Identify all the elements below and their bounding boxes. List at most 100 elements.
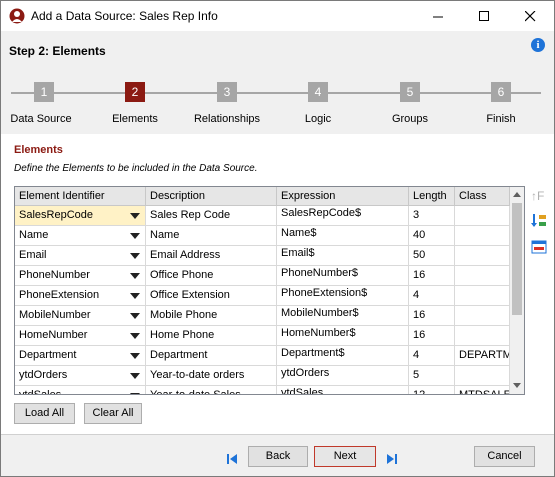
class-cell[interactable] xyxy=(455,306,510,326)
element-identifier-cell[interactable]: PhoneNumber xyxy=(15,266,146,286)
chevron-down-icon[interactable] xyxy=(130,233,140,239)
description-cell[interactable]: Sales Rep Code xyxy=(146,206,277,226)
minimize-button[interactable] xyxy=(415,1,461,31)
class-cell[interactable] xyxy=(455,246,510,266)
description-cell[interactable]: Mobile Phone xyxy=(146,306,277,326)
expression-cell[interactable]: ytdSales xyxy=(277,386,409,394)
chevron-down-icon[interactable] xyxy=(130,393,140,394)
expression-cell[interactable]: MobileNumber$ xyxy=(277,306,409,326)
close-button[interactable] xyxy=(507,1,553,31)
expression-cell[interactable]: ytdOrders xyxy=(277,366,409,386)
description-cell[interactable]: Department xyxy=(146,346,277,366)
table-row[interactable]: Email Email Address Email$ 50 xyxy=(15,246,510,266)
class-cell[interactable]: DEPARTMI xyxy=(455,346,510,366)
column-header-expression[interactable]: Expression xyxy=(277,187,409,206)
step-6-box[interactable]: 6 xyxy=(491,82,511,102)
info-icon[interactable]: i xyxy=(531,38,545,52)
expression-cell[interactable]: Name$ xyxy=(277,226,409,246)
chevron-down-icon[interactable] xyxy=(130,273,140,279)
element-identifier-cell[interactable]: SalesRepCode xyxy=(15,206,146,226)
elements-grid[interactable]: Element Identifier Description Expressio… xyxy=(14,186,525,395)
chevron-down-icon[interactable] xyxy=(130,253,140,259)
delete-row-icon[interactable] xyxy=(530,238,548,256)
element-identifier-cell[interactable]: Email xyxy=(15,246,146,266)
length-cell[interactable]: 4 xyxy=(409,346,455,366)
chevron-down-icon[interactable] xyxy=(130,333,140,339)
length-cell[interactable]: 16 xyxy=(409,266,455,286)
load-all-button[interactable]: Load All xyxy=(14,403,75,424)
column-header-length[interactable]: Length xyxy=(409,187,455,206)
chevron-down-icon[interactable] xyxy=(130,313,140,319)
description-cell[interactable]: Year-to-date orders xyxy=(146,366,277,386)
step-5-box[interactable]: 5 xyxy=(400,82,420,102)
step-3-box[interactable]: 3 xyxy=(217,82,237,102)
step-1-box[interactable]: 1 xyxy=(34,82,54,102)
class-cell[interactable] xyxy=(455,326,510,346)
length-cell[interactable]: 5 xyxy=(409,366,455,386)
expression-cell[interactable]: SalesRepCode$ xyxy=(277,206,409,226)
length-cell[interactable]: 16 xyxy=(409,326,455,346)
table-row[interactable]: Name Name Name$ 40 xyxy=(15,226,510,246)
table-row[interactable]: HomeNumber Home Phone HomeNumber$ 16 xyxy=(15,326,510,346)
description-cell[interactable]: Home Phone xyxy=(146,326,277,346)
chevron-down-icon[interactable] xyxy=(130,373,140,379)
class-cell[interactable] xyxy=(455,286,510,306)
table-row[interactable]: MobileNumber Mobile Phone MobileNumber$ … xyxy=(15,306,510,326)
table-row[interactable]: SalesRepCode Sales Rep Code SalesRepCode… xyxy=(15,206,510,226)
scroll-up-icon[interactable] xyxy=(513,192,521,197)
element-identifier-cell[interactable]: PhoneExtension xyxy=(15,286,146,306)
description-cell[interactable]: Year-to-date Sales xyxy=(146,386,277,394)
class-cell[interactable] xyxy=(455,226,510,246)
expression-cell[interactable]: PhoneNumber$ xyxy=(277,266,409,286)
scrollbar-thumb[interactable] xyxy=(512,203,522,315)
table-row[interactable]: PhoneExtension Office Extension PhoneExt… xyxy=(15,286,510,306)
description-cell[interactable]: Office Phone xyxy=(146,266,277,286)
maximize-button[interactable] xyxy=(461,1,507,31)
class-cell[interactable]: MTDSALES xyxy=(455,386,510,394)
class-cell[interactable] xyxy=(455,266,510,286)
expression-cell[interactable]: HomeNumber$ xyxy=(277,326,409,346)
back-button[interactable]: Back xyxy=(248,446,308,467)
length-cell[interactable]: 4 xyxy=(409,286,455,306)
column-header-class[interactable]: Class xyxy=(455,187,510,206)
column-header-description[interactable]: Description xyxy=(146,187,277,206)
first-page-icon[interactable] xyxy=(225,452,239,466)
class-cell[interactable] xyxy=(455,366,510,386)
description-cell[interactable]: Email Address xyxy=(146,246,277,266)
length-cell[interactable]: 16 xyxy=(409,306,455,326)
element-identifier-cell[interactable]: Name xyxy=(15,226,146,246)
table-row[interactable]: Department Department Department$ 4 DEPA… xyxy=(15,346,510,366)
class-cell[interactable] xyxy=(455,206,510,226)
element-identifier-cell[interactable]: MobileNumber xyxy=(15,306,146,326)
chevron-down-icon[interactable] xyxy=(130,293,140,299)
table-row[interactable]: ytdSales Year-to-date Sales ytdSales 12 … xyxy=(15,386,510,394)
description-cell[interactable]: Name xyxy=(146,226,277,246)
description-cell[interactable]: Office Extension xyxy=(146,286,277,306)
scroll-down-icon[interactable] xyxy=(513,383,521,388)
expression-cell[interactable]: Email$ xyxy=(277,246,409,266)
cancel-button[interactable]: Cancel xyxy=(474,446,535,467)
sort-icon[interactable]: ↑F xyxy=(530,186,548,204)
chevron-down-icon[interactable] xyxy=(130,213,140,219)
expression-cell[interactable]: PhoneExtension$ xyxy=(277,286,409,306)
table-row[interactable]: PhoneNumber Office Phone PhoneNumber$ 16 xyxy=(15,266,510,286)
grid-vertical-scrollbar[interactable] xyxy=(510,187,524,394)
length-cell[interactable]: 50 xyxy=(409,246,455,266)
next-button[interactable]: Next xyxy=(314,446,376,467)
length-cell[interactable]: 40 xyxy=(409,226,455,246)
step-2-box[interactable]: 2 xyxy=(125,82,145,102)
element-identifier-cell[interactable]: ytdSales xyxy=(15,386,146,394)
move-rows-icon[interactable] xyxy=(530,212,548,230)
length-cell[interactable]: 12 xyxy=(409,386,455,394)
step-4-box[interactable]: 4 xyxy=(308,82,328,102)
length-cell[interactable]: 3 xyxy=(409,206,455,226)
element-identifier-cell[interactable]: ytdOrders xyxy=(15,366,146,386)
clear-all-button[interactable]: Clear All xyxy=(84,403,142,424)
expression-cell[interactable]: Department$ xyxy=(277,346,409,366)
column-header-element-identifier[interactable]: Element Identifier xyxy=(15,187,146,206)
chevron-down-icon[interactable] xyxy=(130,353,140,359)
element-identifier-cell[interactable]: Department xyxy=(15,346,146,366)
element-identifier-cell[interactable]: HomeNumber xyxy=(15,326,146,346)
last-page-icon[interactable] xyxy=(385,452,399,466)
table-row[interactable]: ytdOrders Year-to-date orders ytdOrders … xyxy=(15,366,510,386)
